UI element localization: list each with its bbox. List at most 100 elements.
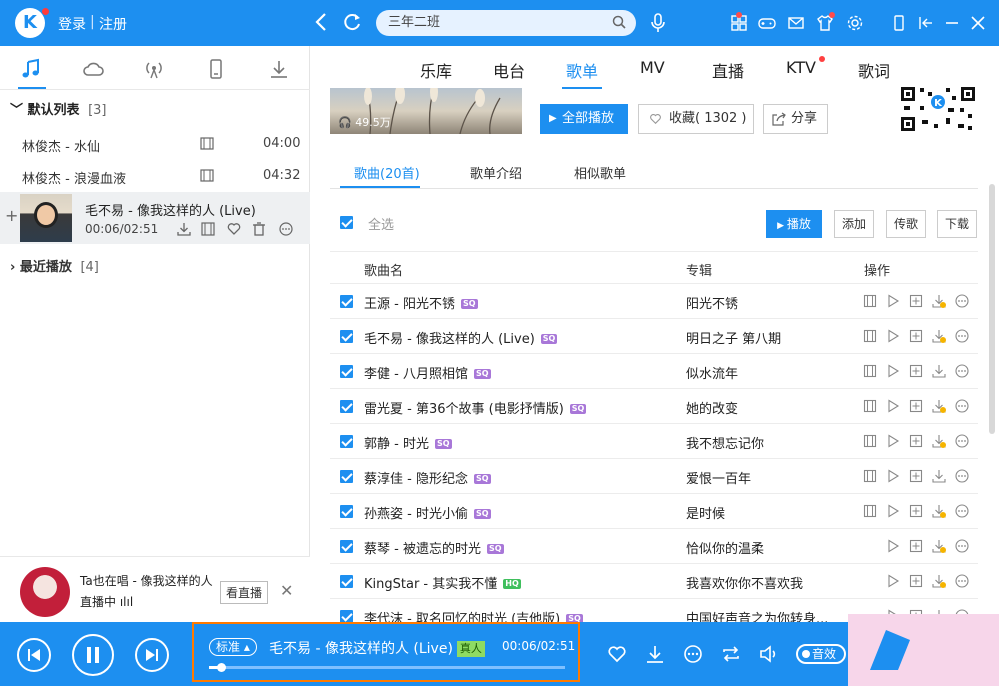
song-name[interactable]: 蔡琴 - 被遗忘的时光 SQ: [364, 538, 504, 557]
table-row[interactable]: 毛不易 - 像我这样的人 (Live) SQ 明日之子 第八期: [330, 319, 978, 354]
previous-track-button[interactable]: [17, 638, 51, 672]
more-options-icon[interactable]: [955, 329, 969, 343]
row-checkbox[interactable]: [340, 330, 353, 343]
download-button[interactable]: 下载: [937, 210, 977, 238]
add-to-list-icon[interactable]: [909, 574, 923, 588]
album-name[interactable]: 我喜欢你你不喜欢我: [686, 573, 803, 592]
main-scrollbar[interactable]: [989, 184, 995, 434]
more-options-icon[interactable]: [955, 434, 969, 448]
tab-mv[interactable]: MV: [640, 58, 665, 77]
music-note-icon[interactable]: [20, 58, 42, 80]
song-name[interactable]: 蔡淳佳 - 隐形纪念 SQ: [364, 468, 491, 487]
album-name[interactable]: 明日之子 第八期: [686, 328, 781, 347]
album-name[interactable]: 阳光不锈: [686, 293, 738, 312]
mv-film-icon[interactable]: [200, 137, 214, 150]
row-checkbox[interactable]: [340, 400, 353, 413]
download-icon[interactable]: [932, 574, 946, 588]
repeat-icon[interactable]: [721, 644, 741, 664]
add-icon[interactable]: +: [5, 206, 18, 225]
tab-lyrics[interactable]: 歌词: [858, 58, 890, 82]
download-icon[interactable]: [932, 539, 946, 553]
play-icon[interactable]: [886, 504, 900, 518]
mail-icon[interactable]: [787, 14, 805, 32]
subtab-songs[interactable]: 歌曲(20首): [354, 163, 420, 182]
song-name[interactable]: 李健 - 八月照相馆 SQ: [364, 363, 491, 382]
song-name[interactable]: 雷光夏 - 第36个故事 (电影抒情版) SQ: [364, 398, 587, 417]
mv-film-icon[interactable]: [863, 469, 877, 483]
play-icon[interactable]: [886, 329, 900, 343]
send-song-button[interactable]: 传歌: [886, 210, 926, 238]
playlist-cover[interactable]: 🎧 49.5万: [330, 88, 522, 134]
mini-player-icon[interactable]: [917, 14, 935, 32]
row-checkbox[interactable]: [340, 470, 353, 483]
progress-handle[interactable]: [217, 663, 227, 672]
more-options-icon[interactable]: [955, 539, 969, 553]
tab-radio[interactable]: 电台: [493, 58, 525, 82]
play-all-button[interactable]: ▶ 全部播放: [540, 104, 628, 134]
more-options-icon[interactable]: [279, 222, 293, 236]
mv-film-icon[interactable]: [863, 504, 877, 518]
mv-film-icon[interactable]: [863, 294, 877, 308]
download-icon[interactable]: [268, 58, 290, 80]
refresh-icon[interactable]: [342, 11, 362, 39]
microphone-icon[interactable]: [650, 12, 666, 34]
play-icon[interactable]: [886, 469, 900, 483]
more-options-icon[interactable]: [955, 399, 969, 413]
tab-playlist[interactable]: 歌单: [566, 58, 598, 82]
add-to-list-icon[interactable]: [909, 364, 923, 378]
row-checkbox[interactable]: [340, 295, 353, 308]
album-name[interactable]: 爱恨一百年: [686, 468, 751, 487]
kugou-logo[interactable]: K: [15, 8, 45, 38]
album-name[interactable]: 中国好声音之为你转身...: [686, 608, 828, 622]
play-button[interactable]: ▶ 播放: [766, 210, 822, 238]
next-track-button[interactable]: [135, 638, 169, 672]
row-checkbox[interactable]: [340, 575, 353, 588]
download-icon[interactable]: [932, 504, 946, 518]
sidebar-song-item[interactable]: 林俊杰 - 水仙 04:00: [0, 128, 310, 160]
add-to-list-icon[interactable]: [909, 294, 923, 308]
collect-button[interactable]: 收藏( 1302 ): [638, 104, 754, 134]
row-checkbox[interactable]: [340, 435, 353, 448]
song-name[interactable]: 李代沫 - 取名回忆的时光 (吉他版) SQ: [364, 608, 583, 622]
now-playing-item[interactable]: + 毛不易 - 像我这样的人 (Live) 00:06/02:51: [0, 192, 310, 244]
trash-icon[interactable]: [252, 222, 266, 236]
song-name[interactable]: 郭静 - 时光 SQ: [364, 433, 452, 452]
song-name[interactable]: 王源 - 阳光不锈 SQ: [364, 293, 478, 312]
row-checkbox[interactable]: [340, 540, 353, 553]
subtab-intro[interactable]: 歌单介绍: [470, 163, 522, 182]
mobile-device-icon[interactable]: [205, 58, 227, 80]
song-name[interactable]: 毛不易 - 像我这样的人 (Live) SQ: [364, 328, 558, 347]
add-button[interactable]: 添加: [834, 210, 874, 238]
qr-code-image[interactable]: K: [900, 86, 976, 132]
download-icon[interactable]: [932, 364, 946, 378]
mv-film-icon[interactable]: [201, 222, 215, 236]
login-link[interactable]: 登录: [58, 14, 86, 34]
search-input[interactable]: 三年二班: [376, 10, 636, 36]
play-icon[interactable]: [886, 539, 900, 553]
album-name[interactable]: 是时候: [686, 503, 725, 522]
table-row[interactable]: 王源 - 阳光不锈 SQ 阳光不锈: [330, 284, 978, 319]
table-row[interactable]: 郭静 - 时光 SQ 我不想忘记你: [330, 424, 978, 459]
watch-live-button[interactable]: 看直播: [220, 581, 269, 604]
sound-effect-toggle[interactable]: 音效: [796, 644, 846, 664]
album-name[interactable]: 似水流年: [686, 363, 738, 382]
row-checkbox[interactable]: [340, 610, 353, 622]
download-icon[interactable]: [932, 469, 946, 483]
more-options-icon[interactable]: [955, 574, 969, 588]
quality-selector[interactable]: 标准 ▴: [209, 638, 257, 656]
tab-library[interactable]: 乐库: [420, 58, 452, 82]
radio-signal-icon[interactable]: [143, 58, 165, 80]
volume-icon[interactable]: [759, 644, 779, 664]
add-to-list-icon[interactable]: [909, 504, 923, 518]
more-options-icon[interactable]: [955, 504, 969, 518]
more-options-icon[interactable]: [683, 644, 703, 664]
mv-film-icon[interactable]: [863, 399, 877, 413]
table-row[interactable]: 李健 - 八月照相馆 SQ 似水流年: [330, 354, 978, 389]
row-checkbox[interactable]: [340, 505, 353, 518]
tab-live[interactable]: 直播: [712, 58, 744, 82]
play-icon[interactable]: [886, 434, 900, 448]
table-row[interactable]: KingStar - 其实我不懂 HQ 我喜欢你你不喜欢我: [330, 564, 978, 599]
more-options-icon[interactable]: [955, 294, 969, 308]
mv-film-icon[interactable]: [863, 434, 877, 448]
select-all-checkbox[interactable]: [340, 216, 353, 229]
